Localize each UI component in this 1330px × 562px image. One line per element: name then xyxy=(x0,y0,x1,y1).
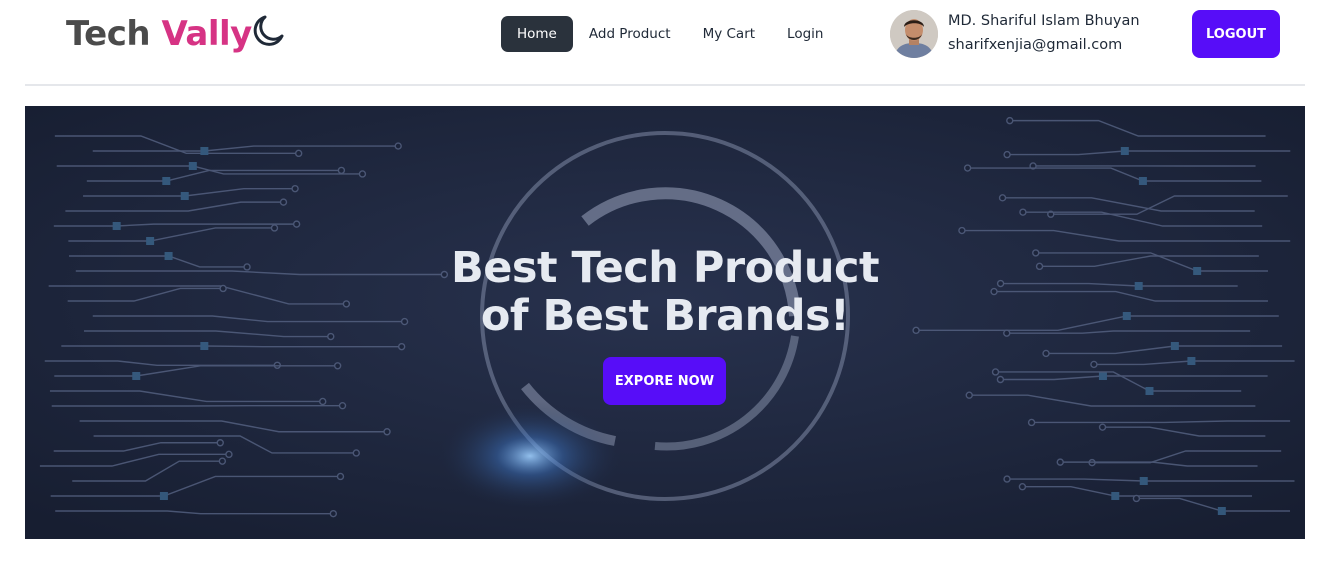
nav-my-cart[interactable]: My Cart xyxy=(687,16,771,52)
hero-title-line1: Best Tech Product xyxy=(450,243,880,293)
navbar: Tech Vally Home Add Product My Cart Logi… xyxy=(0,0,1330,72)
brand-logo-part1: Tech xyxy=(66,14,162,54)
nav-home[interactable]: Home xyxy=(501,16,573,52)
nav-add-product[interactable]: Add Product xyxy=(573,16,687,52)
hero-banner: Best Tech Product of Best Brands! EXPORE… xyxy=(25,106,1305,539)
hero-title-line2: of Best Brands! xyxy=(480,291,850,341)
theme-toggle-button[interactable] xyxy=(247,12,287,52)
main-menu: Home Add Product My Cart Login xyxy=(501,16,839,52)
header-divider xyxy=(25,84,1305,86)
explore-now-button[interactable]: EXPORE NOW xyxy=(603,357,726,405)
user-email: sharifxenjia@gmail.com xyxy=(948,37,1123,53)
hero-title: Best Tech Product of Best Brands! xyxy=(25,244,1305,340)
logout-button[interactable]: LOGOUT xyxy=(1192,10,1280,58)
brand-logo-part2: Vally xyxy=(161,14,252,54)
moon-icon xyxy=(253,15,284,46)
nav-login[interactable]: Login xyxy=(771,16,839,52)
user-avatar[interactable] xyxy=(890,10,938,58)
brand-logo[interactable]: Tech Vally xyxy=(66,14,252,54)
avatar-icon xyxy=(890,10,938,58)
user-name: MD. Shariful Islam Bhuyan xyxy=(948,13,1140,29)
